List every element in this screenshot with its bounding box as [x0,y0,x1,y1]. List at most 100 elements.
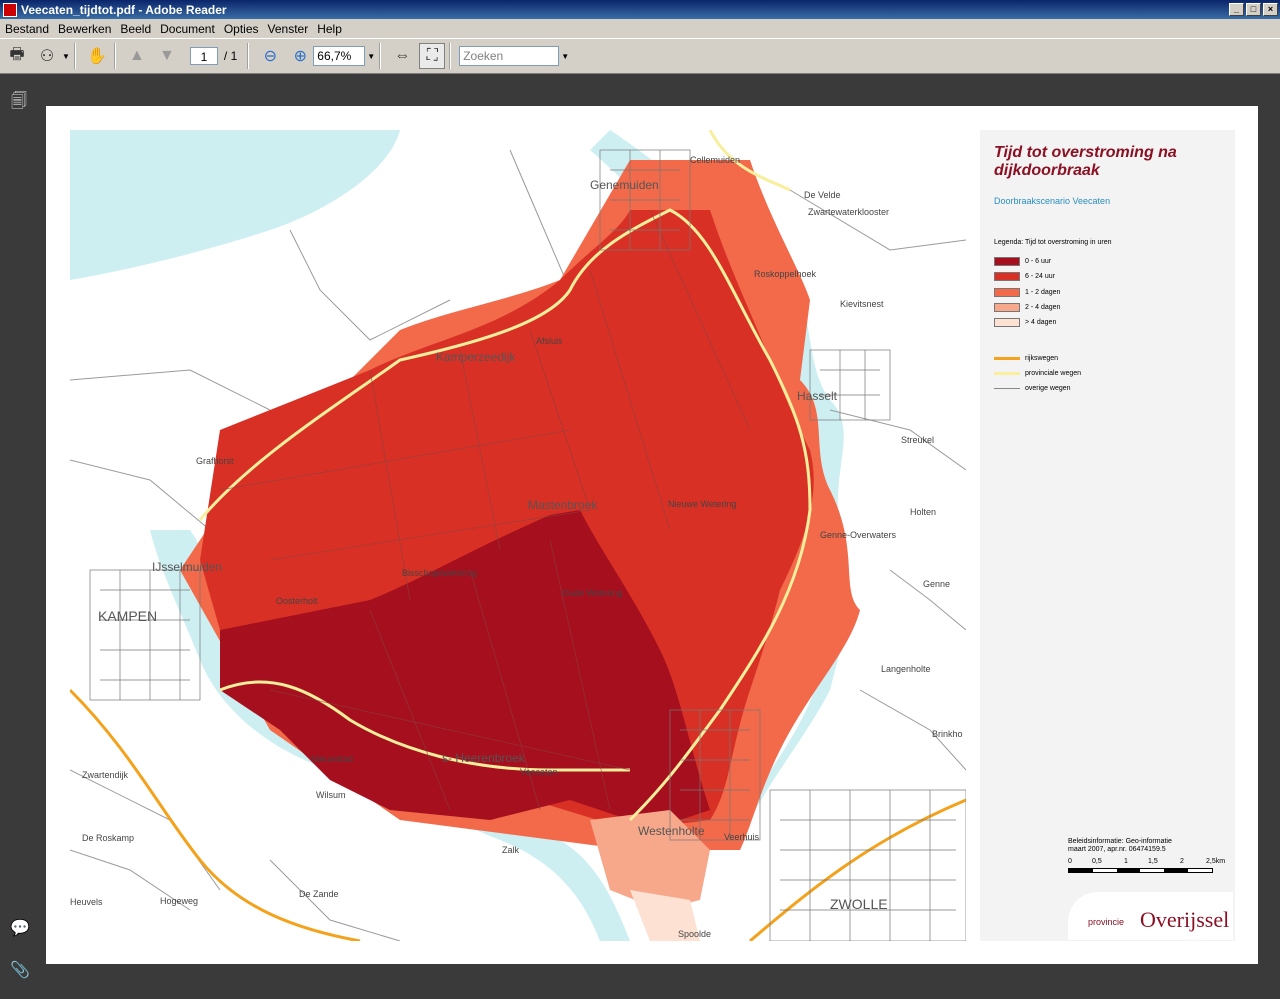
label-spoolde: Spoolde [678,929,712,939]
swatch [994,317,1020,327]
close-button[interactable]: × [1263,3,1278,16]
legend-class-1-2: 1 - 2 dagen [994,287,1060,297]
credit-line-1: Beleidsinformatie: Geo-informatie [1068,838,1172,845]
chevron-down-icon[interactable]: ▼ [62,52,70,61]
page-number-input[interactable]: 1 [189,47,218,65]
label-oosterholt: Oosterholt [276,596,318,606]
label-genne-overwaters: Genne-Overwaters [820,530,897,540]
water-ijsselmeer [70,130,400,280]
menu-opties[interactable]: Opties [224,22,259,36]
legend-label: overige wegen [1025,384,1071,392]
maximize-button[interactable]: □ [1246,3,1261,16]
legend-heading: Legenda: Tijd tot overstroming in uren [994,239,1112,246]
label-zwartewaterklooster: Zwartewaterklooster [808,207,890,217]
attachment-icon[interactable]: 📎 [10,960,30,980]
toolbar-separator [247,43,250,69]
adobe-reader-icon [3,2,17,17]
label-kampen: KAMPEN [98,608,158,624]
search-dropdown-icon[interactable]: ▼ [561,52,569,61]
toolbar-separator [449,43,452,69]
legend-subtitle: Doorbraakscenario Veecaten [994,196,1111,206]
label-veecaten: Veecaten [520,767,558,777]
legend-road-provinciale: provinciale wegen [994,368,1081,378]
legend-label: 6 - 24 uur [1025,272,1055,280]
legend-label: 0 - 6 uur [1025,257,1052,265]
legend-class-2-4: 2 - 4 dagen [994,302,1060,312]
label-de-zande: De Zande [299,889,339,899]
scale-bar: 0 0,5 1 1,5 2 2,5km [1068,858,1228,873]
label-hogeweg: Hogeweg [160,896,199,906]
label-zwartendijk: Zwartendijk [82,770,129,780]
legend-label: provinciale wegen [1025,369,1082,377]
label-de-roskam: De Roskamp [82,833,135,843]
swatch [994,302,1020,312]
scale-label: 1,5 [1148,858,1158,865]
menu-bewerken[interactable]: Bewerken [58,22,111,36]
label-grafhorst: Grafhorst [196,456,234,466]
menu-venster[interactable]: Venster [268,22,309,36]
label-westenholte: Westenholte [638,824,705,838]
legend-class-gt-4: > 4 dagen [994,317,1056,327]
toolbar: 🖶 ⚇ ▼ ✋ ▲ ▼ 1 / 1 ⊖ ⊕ 66,7% ▼ ⇔ ⛶ Zoeken… [0,38,1280,74]
logo-prefix: provincie [1088,917,1125,927]
scale-label: 1 [1124,858,1128,865]
label-kievitsnest: Kievitsnest [840,299,884,309]
map-legend: Tijd tot overstroming na dijkdoorbraak D… [980,130,1235,941]
zoom-out-icon[interactable]: ⊖ [257,43,283,69]
zoom-in-icon[interactable]: ⊕ [287,43,313,69]
collaborate-icon[interactable]: ⚇ [34,43,60,69]
label-langenholte: Langenholte [881,664,931,674]
legend-road-rijkswegen: rijkswegen [994,353,1058,363]
logo-name: Overijssel [1140,907,1230,932]
flood-map: Genemuiden KAMPEN IJsselmuiden Hasselt Z… [70,130,966,941]
search-input[interactable]: Zoeken [459,46,560,66]
label-nieuwe-wetering: Nieuwe Wetering [668,499,737,509]
label-heerenbroek: s- Heerenbroek [442,751,525,765]
minimize-button[interactable]: _ [1229,3,1244,16]
legend-label: 1 - 2 dagen [1025,288,1061,296]
swatch [994,271,1020,281]
comments-icon[interactable]: 💬 [10,918,30,938]
toolbar-separator [73,43,76,69]
line-swatch [994,387,1020,389]
label-wilsum: Wilsum [316,790,346,800]
toolbar-separator [379,43,382,69]
label-veerhuis: Veerhuis [724,832,760,842]
menu-bestand[interactable]: Bestand [5,22,49,36]
label-kamperzeedijk: Kamperzeedijk [436,350,516,364]
label-afsluis: Afsluis [536,336,563,346]
label-hasselt: Hasselt [797,389,838,403]
label-cellemuiden: Cellemuiden [690,155,741,165]
zoom-level-input[interactable]: 66,7% [313,46,366,66]
arrow-down-icon[interactable]: ▼ [154,43,180,69]
label-genemuiden: Genemuiden [590,178,659,192]
zoom-dropdown-icon[interactable]: ▼ [367,52,375,61]
scale-label: 0,5 [1092,858,1102,865]
scale-segments [1068,868,1213,873]
menu-help[interactable]: Help [317,22,342,36]
title-bar: Veecaten_tijdtot.pdf - Adobe Reader _ □ … [0,0,1280,19]
label-roskoppelhoek: Roskoppelhoek [754,269,817,279]
legend-label: > 4 dagen [1025,318,1057,326]
hand-tool-icon[interactable]: ✋ [84,43,110,69]
label-bisschopswetering: Bisschopswetering [402,568,478,578]
arrow-up-icon[interactable]: ▲ [124,43,150,69]
legend-label: 2 - 4 dagen [1025,303,1061,311]
swatch [994,287,1020,297]
menu-beeld[interactable]: Beeld [120,22,151,36]
label-brinkho: Brinkho [932,729,963,739]
vertical-scrollbar[interactable] [1264,74,1280,996]
legend-road-overige: overige wegen [994,383,1071,393]
menu-bar: Bestand Bewerken Beeld Document Opties V… [0,19,1280,38]
legend-class-0-6: 0 - 6 uur [994,256,1051,266]
label-de-velde: De Velde [804,190,841,200]
menu-document[interactable]: Document [160,22,215,36]
label-ijsselmuiden: IJsselmuiden [152,560,223,574]
fit-page-icon[interactable]: ⛶ [419,43,446,69]
label-zalk: Zalk [502,845,520,855]
window-title: Veecaten_tijdtot.pdf - Adobe Reader [21,2,227,17]
label-nieuwstad: Nieuwstad [311,754,354,764]
fit-width-icon[interactable]: ⇔ [389,43,415,69]
pages-icon[interactable]: 🗐 [10,90,28,110]
print-icon[interactable]: 🖶 [4,43,30,69]
